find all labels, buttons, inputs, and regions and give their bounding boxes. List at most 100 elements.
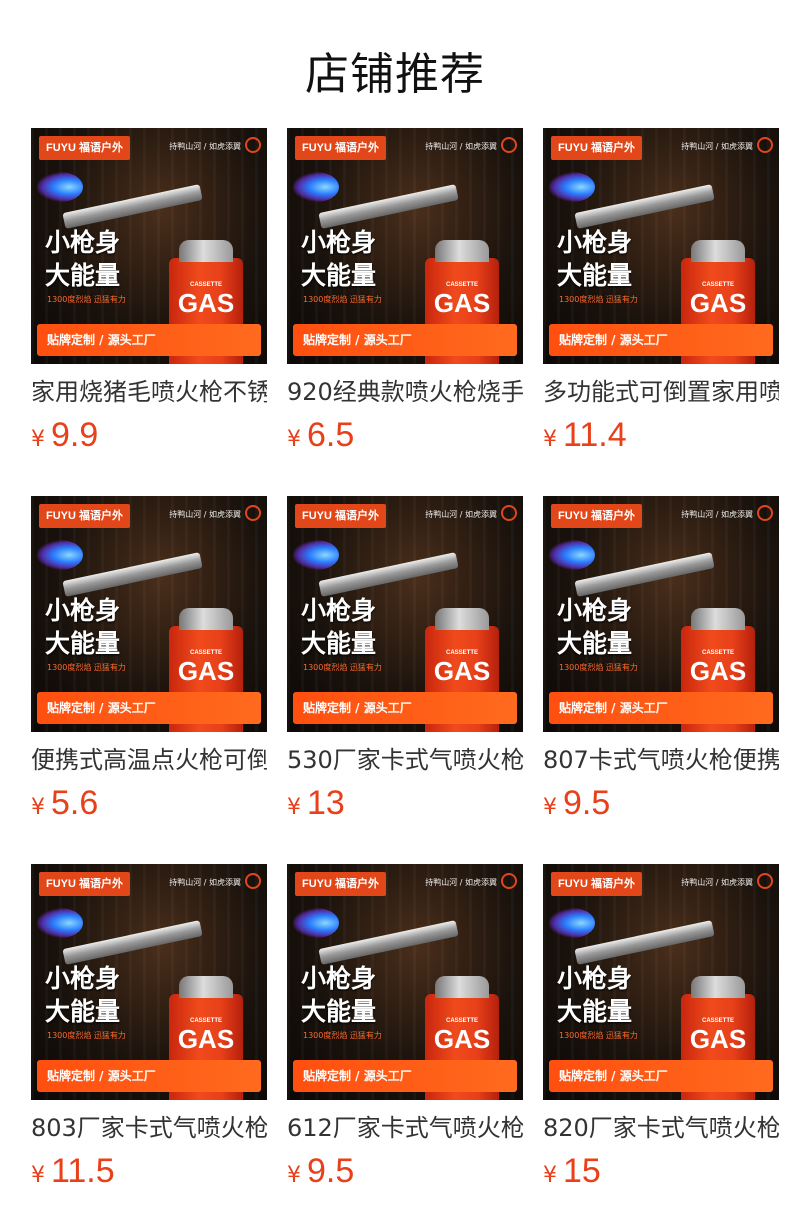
product-name[interactable]: 807卡式气喷火枪便携	[543, 743, 779, 777]
brand-badge: FUYU 福语户外	[295, 872, 386, 896]
can-big-label: GAS	[689, 1024, 747, 1054]
torch-nozzle	[62, 184, 203, 229]
product-card[interactable]: FUYU 福语户外 持鸭山河 / 如虎添翼 小枪身 大能量 1300度烈焰 迅猛…	[287, 496, 523, 823]
headline-line-1: 小枪身	[301, 964, 377, 993]
brand-logo-icon	[501, 505, 517, 521]
headline-line-2: 大能量	[45, 997, 121, 1026]
price-amount: 9.5	[563, 784, 611, 822]
promo-bar: 贴牌定制 / 源头工厂	[549, 1060, 773, 1092]
product-name[interactable]: 820厂家卡式气喷火枪	[543, 1111, 779, 1145]
slogan-text: 持鸭山河 / 如虎添翼	[425, 510, 497, 519]
product-price: ¥11.4	[543, 415, 779, 455]
product-image[interactable]: FUYU 福语户外 持鸭山河 / 如虎添翼 小枪身 大能量 1300度烈焰 迅猛…	[31, 496, 267, 732]
brand-badge: FUYU 福语户外	[551, 136, 642, 160]
product-price: ¥13	[287, 783, 523, 823]
flame-icon	[293, 540, 339, 570]
slogan-text: 持鸭山河 / 如虎添翼	[425, 142, 497, 151]
headline: 小枪身 大能量	[557, 962, 632, 1028]
headline: 小枪身 大能量	[557, 594, 632, 660]
product-card[interactable]: FUYU 福语户外 持鸭山河 / 如虎添翼 小枪身 大能量 1300度烈焰 迅猛…	[31, 864, 267, 1191]
subline: 1300度烈焰 迅猛有力	[303, 663, 382, 672]
promo-bar: 贴牌定制 / 源头工厂	[293, 692, 517, 724]
page-title: 店铺推荐	[305, 49, 485, 100]
product-price: ¥6.5	[287, 415, 523, 455]
product-name[interactable]: 多功能式可倒置家用喷	[543, 375, 779, 409]
headline: 小枪身 大能量	[301, 226, 376, 292]
flame-icon	[549, 540, 595, 570]
promo-bar: 贴牌定制 / 源头工厂	[37, 324, 261, 356]
product-card[interactable]: FUYU 福语户外 持鸭山河 / 如虎添翼 小枪身 大能量 1300度烈焰 迅猛…	[31, 128, 267, 455]
product-card[interactable]: FUYU 福语户外 持鸭山河 / 如虎添翼 小枪身 大能量 1300度烈焰 迅猛…	[31, 496, 267, 823]
product-image[interactable]: FUYU 福语户外 持鸭山河 / 如虎添翼 小枪身 大能量 1300度烈焰 迅猛…	[543, 864, 779, 1100]
flame-icon	[293, 172, 339, 202]
slogan-text: 持鸭山河 / 如虎添翼	[681, 142, 753, 151]
flame-icon	[549, 908, 595, 938]
currency-symbol: ¥	[287, 795, 301, 820]
product-image[interactable]: FUYU 福语户外 持鸭山河 / 如虎添翼 小枪身 大能量 1300度烈焰 迅猛…	[287, 128, 523, 364]
product-card[interactable]: FUYU 福语户外 持鸭山河 / 如虎添翼 小枪身 大能量 1300度烈焰 迅猛…	[543, 864, 779, 1191]
product-name[interactable]: 530厂家卡式气喷火枪	[287, 743, 523, 777]
headline: 小枪身 大能量	[557, 226, 632, 292]
product-card[interactable]: FUYU 福语户外 持鸭山河 / 如虎添翼 小枪身 大能量 1300度烈焰 迅猛…	[543, 128, 779, 455]
brand-logo-icon	[245, 873, 261, 889]
product-image[interactable]: FUYU 福语户外 持鸭山河 / 如虎添翼 小枪身 大能量 1300度烈焰 迅猛…	[543, 128, 779, 364]
can-big-label: GAS	[177, 1024, 235, 1054]
slogan-text: 持鸭山河 / 如虎添翼	[681, 510, 753, 519]
product-card[interactable]: FUYU 福语户外 持鸭山河 / 如虎添翼 小枪身 大能量 1300度烈焰 迅猛…	[543, 496, 779, 823]
product-price: ¥9.9	[31, 415, 267, 455]
price-amount: 11.5	[51, 1152, 115, 1190]
subline: 1300度烈焰 迅猛有力	[559, 295, 638, 304]
product-image[interactable]: FUYU 福语户外 持鸭山河 / 如虎添翼 小枪身 大能量 1300度烈焰 迅猛…	[543, 496, 779, 732]
product-price: ¥11.5	[31, 1151, 267, 1191]
currency-symbol: ¥	[287, 1163, 301, 1188]
currency-symbol: ¥	[543, 1163, 557, 1188]
product-price: ¥9.5	[543, 783, 779, 823]
product-image[interactable]: FUYU 福语户外 持鸭山河 / 如虎添翼 小枪身 大能量 1300度烈焰 迅猛…	[287, 496, 523, 732]
headline-line-2: 大能量	[45, 629, 121, 658]
price-amount: 6.5	[307, 416, 355, 454]
torch-nozzle	[318, 920, 459, 965]
subline: 1300度烈焰 迅猛有力	[303, 1031, 382, 1040]
product-name[interactable]: 612厂家卡式气喷火枪	[287, 1111, 523, 1145]
promo-bar: 贴牌定制 / 源头工厂	[293, 324, 517, 356]
product-price: ¥5.6	[31, 783, 267, 823]
slogan-text: 持鸭山河 / 如虎添翼	[169, 142, 241, 151]
currency-symbol: ¥	[543, 795, 557, 820]
product-image[interactable]: FUYU 福语户外 持鸭山河 / 如虎添翼 小枪身 大能量 1300度烈焰 迅猛…	[31, 864, 267, 1100]
product-name[interactable]: 920经典款喷火枪烧手	[287, 375, 523, 409]
price-amount: 11.4	[563, 416, 627, 454]
flame-icon	[549, 172, 595, 202]
product-card[interactable]: FUYU 福语户外 持鸭山河 / 如虎添翼 小枪身 大能量 1300度烈焰 迅猛…	[287, 128, 523, 455]
torch-nozzle	[62, 920, 203, 965]
product-name[interactable]: 便携式高温点火枪可倒	[31, 743, 267, 777]
currency-symbol: ¥	[31, 427, 45, 452]
headline-line-1: 小枪身	[301, 228, 377, 257]
product-image[interactable]: FUYU 福语户外 持鸭山河 / 如虎添翼 小枪身 大能量 1300度烈焰 迅猛…	[287, 864, 523, 1100]
brand-logo-icon	[757, 873, 773, 889]
headline: 小枪身 大能量	[301, 594, 376, 660]
headline: 小枪身 大能量	[45, 594, 120, 660]
brand-logo-icon	[757, 137, 773, 153]
subline: 1300度烈焰 迅猛有力	[47, 663, 126, 672]
price-amount: 13	[307, 784, 345, 822]
product-card[interactable]: FUYU 福语户外 持鸭山河 / 如虎添翼 小枪身 大能量 1300度烈焰 迅猛…	[287, 864, 523, 1191]
product-name[interactable]: 家用烧猪毛喷火枪不锈	[31, 375, 267, 409]
product-name[interactable]: 803厂家卡式气喷火枪	[31, 1111, 267, 1145]
product-image[interactable]: FUYU 福语户外 持鸭山河 / 如虎添翼 小枪身 大能量 1300度烈焰 迅猛…	[31, 128, 267, 364]
promo-bar: 贴牌定制 / 源头工厂	[37, 1060, 261, 1092]
can-big-label: GAS	[177, 288, 235, 318]
can-big-label: GAS	[689, 288, 747, 318]
currency-symbol: ¥	[31, 795, 45, 820]
headline-line-2: 大能量	[301, 261, 377, 290]
torch-nozzle	[574, 920, 715, 965]
headline-line-1: 小枪身	[45, 964, 121, 993]
headline-line-2: 大能量	[557, 261, 633, 290]
headline-line-1: 小枪身	[557, 228, 633, 257]
headline-line-1: 小枪身	[301, 596, 377, 625]
torch-nozzle	[318, 552, 459, 597]
headline: 小枪身 大能量	[45, 226, 120, 292]
brand-badge: FUYU 福语户外	[295, 504, 386, 528]
flame-icon	[293, 908, 339, 938]
brand-logo-icon	[501, 137, 517, 153]
currency-symbol: ¥	[543, 427, 557, 452]
